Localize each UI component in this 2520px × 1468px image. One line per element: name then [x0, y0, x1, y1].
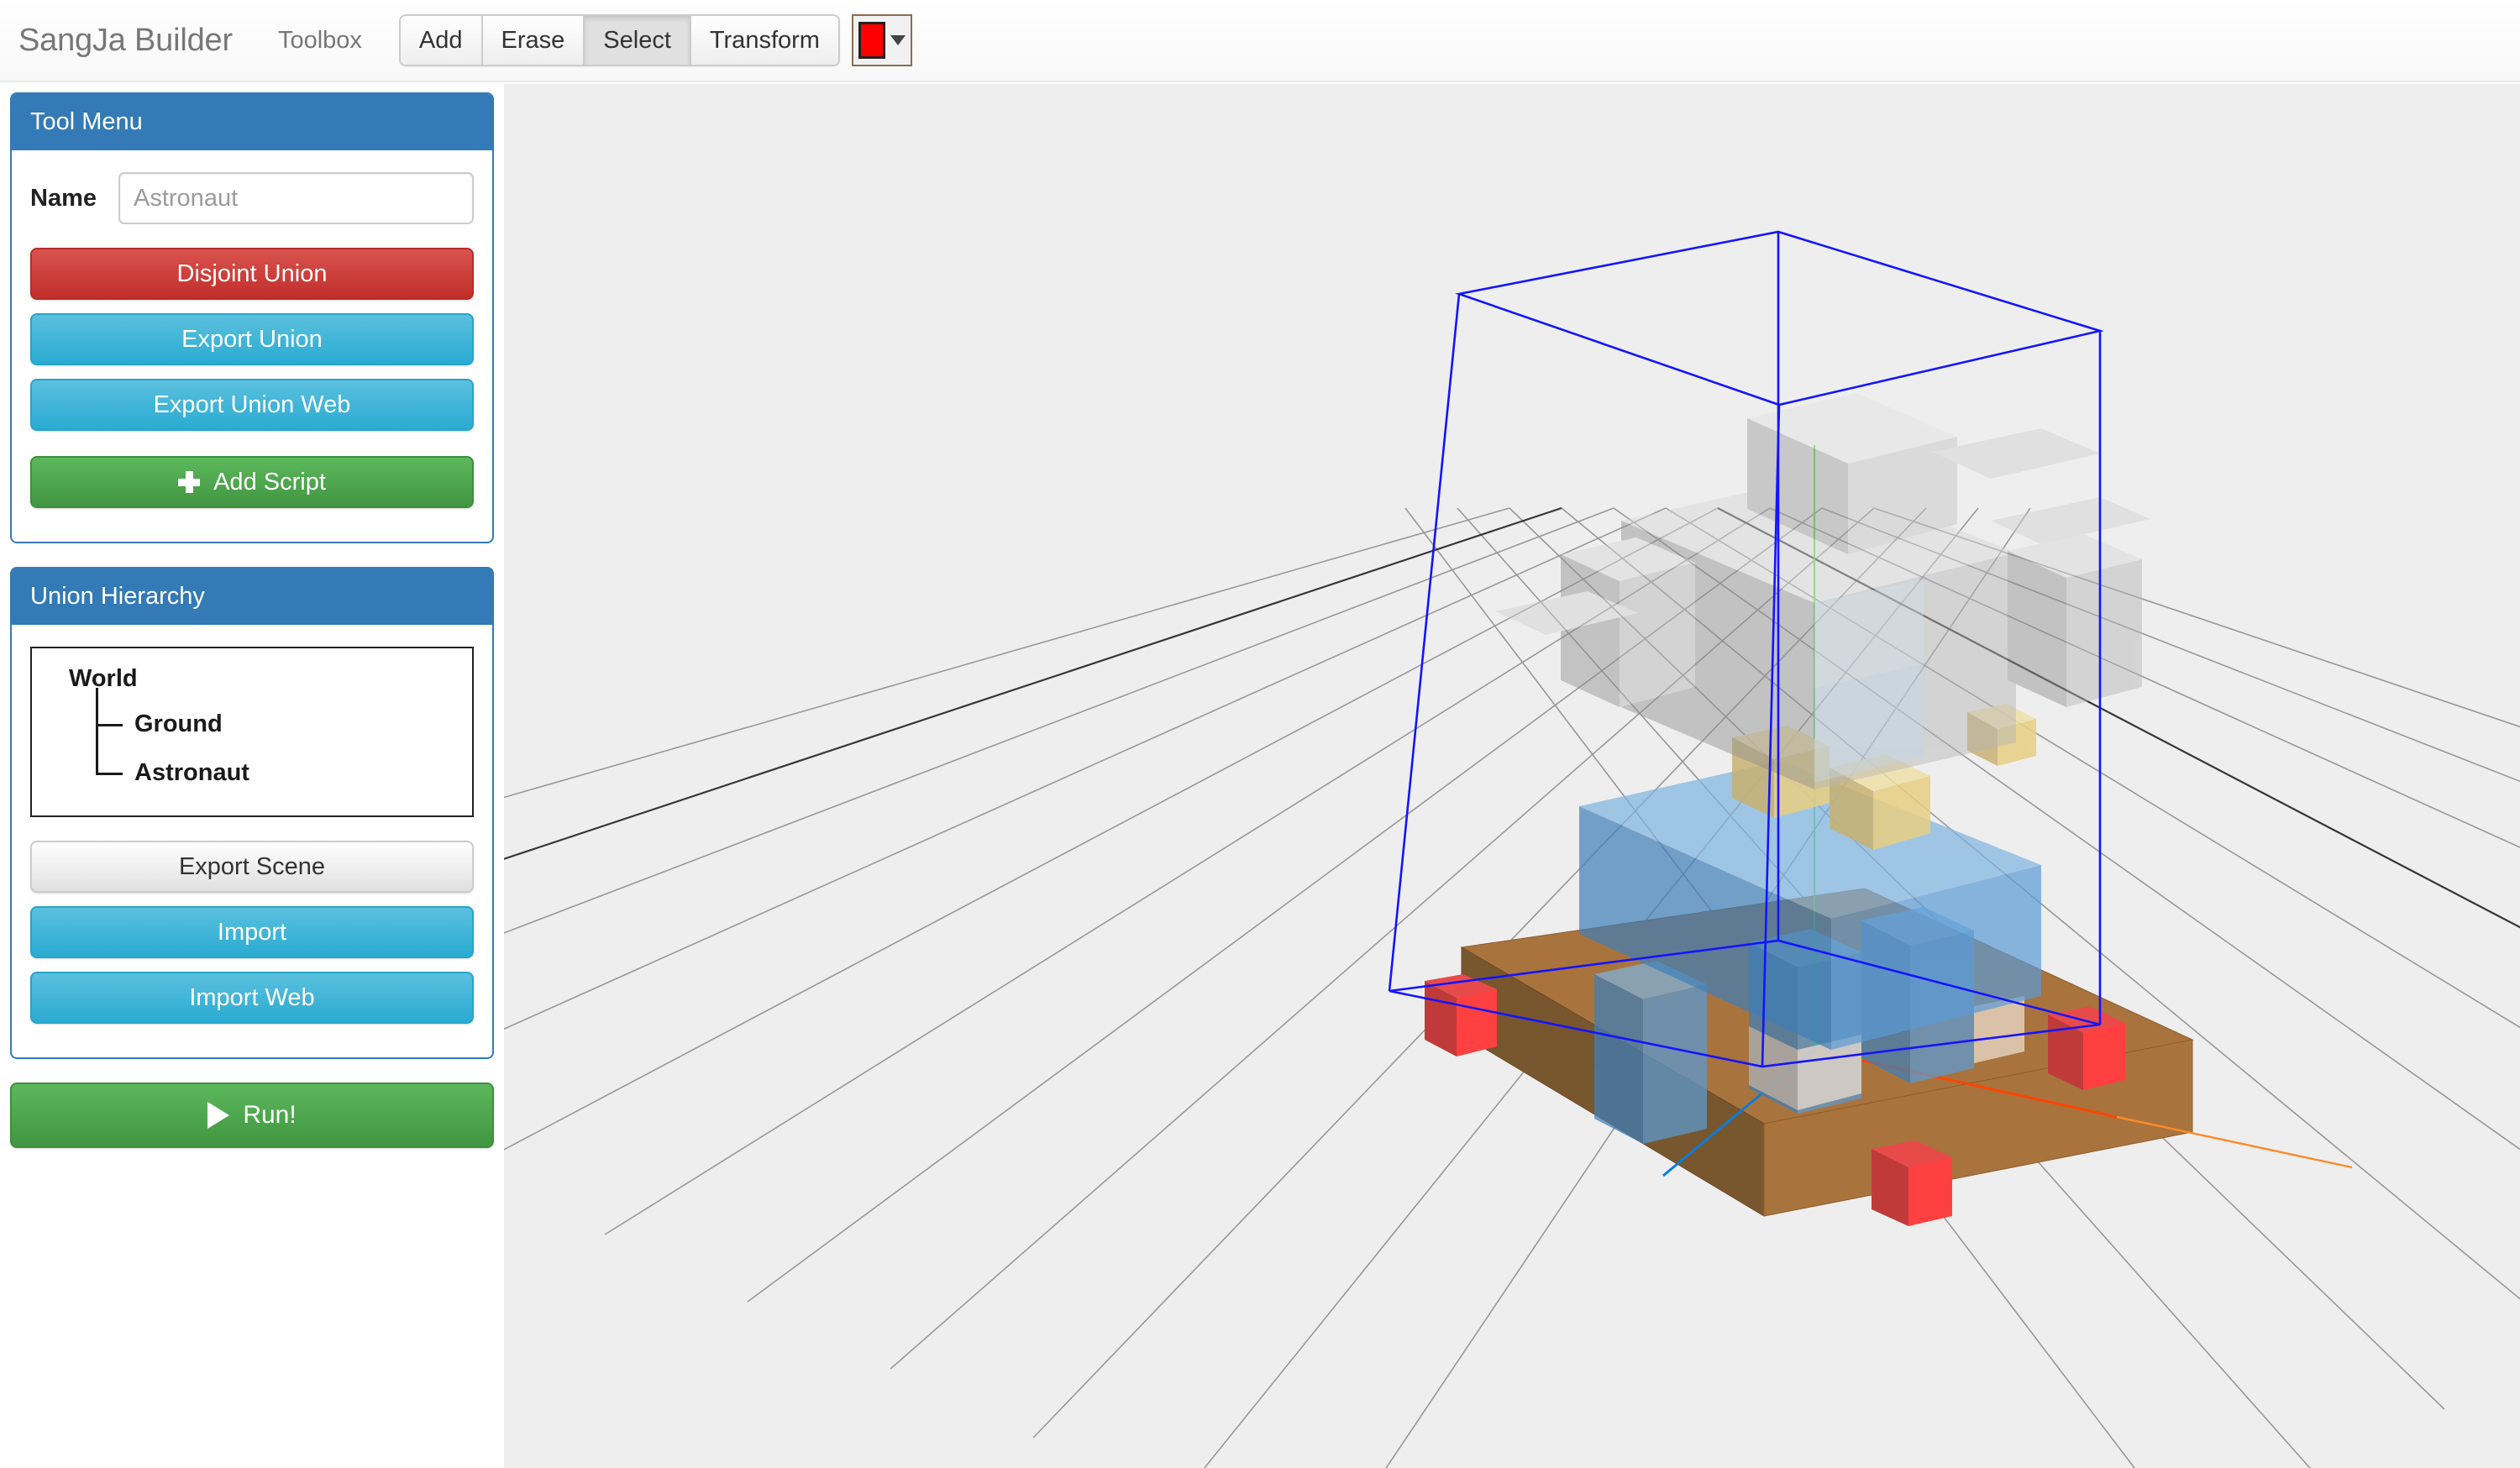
marker-cube-right[interactable]: [2048, 1006, 2125, 1090]
run-button-label: Run!: [243, 1101, 296, 1130]
chevron-down-icon[interactable]: [890, 35, 906, 45]
tree-children: Ground Astronaut: [50, 700, 454, 797]
mode-button-add[interactable]: Add: [401, 16, 483, 65]
tree-node-ground[interactable]: Ground: [96, 700, 454, 748]
name-label: Name: [30, 185, 97, 212]
add-script-label: Add Script: [213, 469, 326, 496]
top-navbar: SangJa Builder Toolbox Add Erase Select …: [0, 0, 2520, 82]
run-button[interactable]: Run!: [10, 1083, 494, 1148]
marker-cube-left[interactable]: [1425, 974, 1497, 1056]
color-picker[interactable]: [852, 14, 912, 66]
tool-menu-title: Tool Menu: [12, 94, 492, 150]
import-button[interactable]: Import: [30, 906, 474, 958]
color-swatch[interactable]: [858, 22, 885, 59]
union-hierarchy-panel: Union Hierarchy World Ground Astronaut E…: [10, 567, 494, 1059]
left-sidebar: Tool Menu Name Disjoint Union Export Uni…: [0, 84, 504, 1468]
union-hierarchy-body: World Ground Astronaut Export Scene Impo…: [12, 625, 492, 1057]
play-icon: [207, 1102, 229, 1129]
voxel-visor: [1814, 579, 1924, 783]
marker-cube-front[interactable]: [1872, 1140, 1952, 1226]
toolbox-label: Toolbox: [278, 27, 362, 55]
3d-viewport[interactable]: [504, 84, 2520, 1468]
mode-button-group: Add Erase Select Transform: [399, 14, 840, 66]
union-hierarchy-title: Union Hierarchy: [12, 569, 492, 625]
name-input[interactable]: [118, 172, 474, 224]
tool-menu-panel: Tool Menu Name Disjoint Union Export Uni…: [10, 92, 494, 543]
export-union-button[interactable]: Export Union: [30, 313, 474, 365]
import-web-button[interactable]: Import Web: [30, 972, 474, 1024]
export-union-web-button[interactable]: Export Union Web: [30, 379, 474, 431]
mode-button-select[interactable]: Select: [585, 16, 691, 65]
export-scene-button[interactable]: Export Scene: [30, 841, 474, 893]
add-script-button[interactable]: Add Script: [30, 456, 474, 508]
tree-node-astronaut[interactable]: Astronaut: [96, 748, 454, 797]
mode-button-erase[interactable]: Erase: [483, 16, 585, 65]
tool-menu-body: Name Disjoint Union Export Union Export …: [12, 150, 492, 542]
disjoint-union-button[interactable]: Disjoint Union: [30, 248, 474, 300]
plus-icon: [178, 471, 200, 493]
voxel-scene[interactable]: [504, 84, 2520, 1468]
hierarchy-tree: World Ground Astronaut: [30, 647, 474, 817]
name-field-row: Name: [30, 172, 474, 224]
app-brand-title: SangJa Builder: [18, 23, 233, 59]
tree-node-world[interactable]: World: [50, 665, 454, 693]
mode-button-transform[interactable]: Transform: [691, 16, 838, 65]
